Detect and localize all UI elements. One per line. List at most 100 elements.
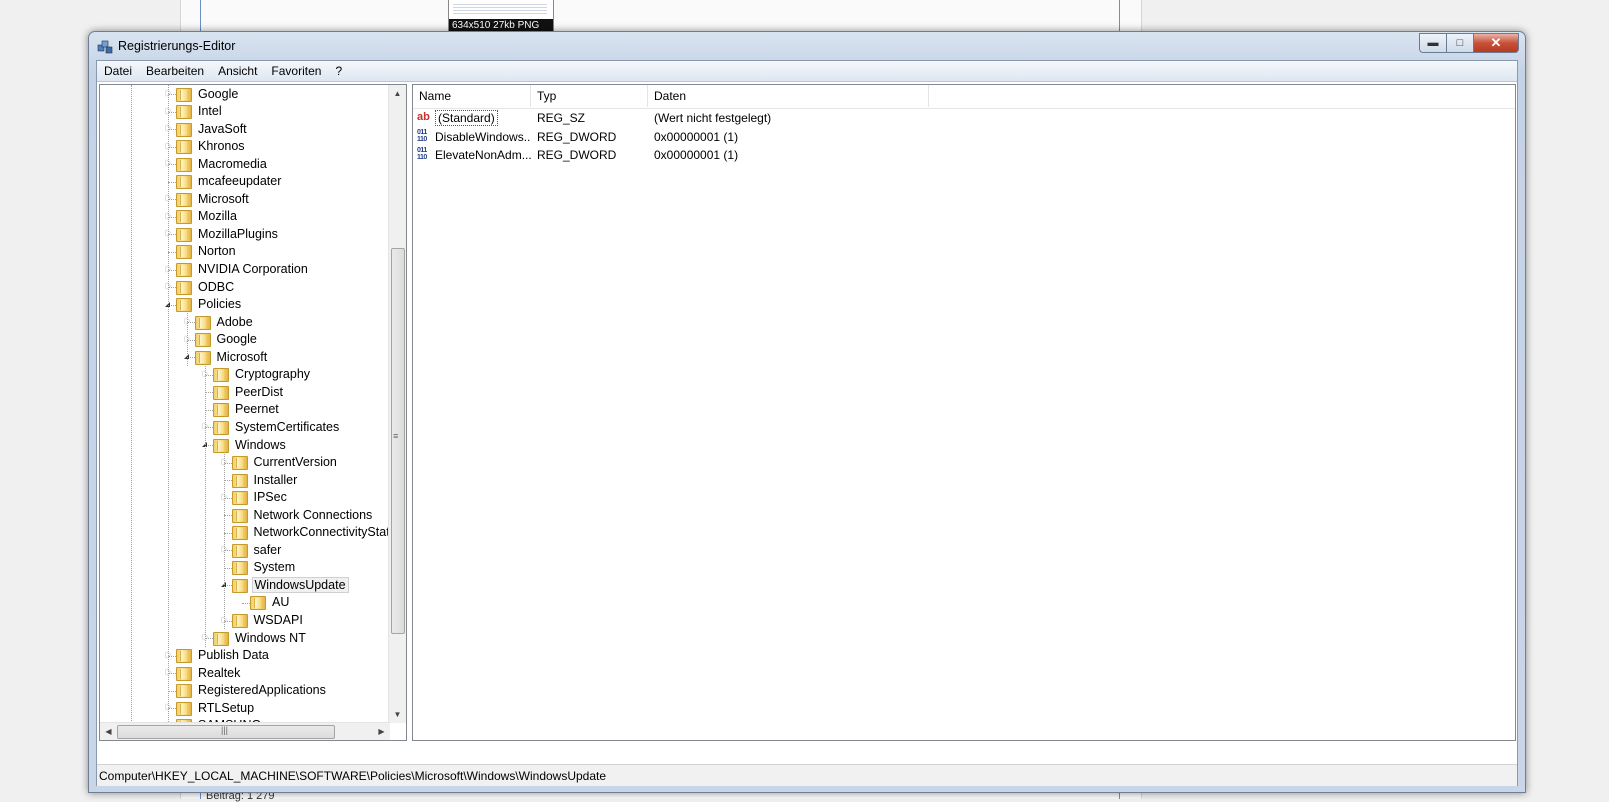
tree-node-label[interactable]: CurrentVersion	[252, 455, 339, 469]
tree-node-label[interactable]: Microsoft	[215, 350, 270, 364]
menu-ansicht[interactable]: Ansicht	[211, 61, 264, 81]
tree-node[interactable]: WSDAPI	[220, 612, 305, 629]
tree-node[interactable]: ODBC	[164, 278, 236, 295]
tree-node[interactable]: Cryptography	[201, 366, 312, 383]
tree-node[interactable]: WindowsUpdate	[220, 576, 349, 593]
tree-node[interactable]: Windows NT	[201, 629, 308, 646]
scroll-up-icon[interactable]: ▲	[389, 85, 406, 102]
maximize-button[interactable]: □	[1446, 33, 1473, 53]
tree-node[interactable]: Network Connections	[220, 506, 375, 523]
tree-node[interactable]: Windows	[201, 436, 288, 453]
tree-node[interactable]: mcafeeupdater	[164, 173, 283, 190]
tree-node-label[interactable]: Google	[196, 87, 240, 101]
tree-node-label[interactable]: Mozilla	[196, 209, 239, 223]
tree-node-label[interactable]: Google	[215, 332, 259, 346]
tree-node-label[interactable]: WindowsUpdate	[251, 576, 349, 593]
background-thumbnail[interactable]: 634x510 27kb PNG	[448, 0, 554, 33]
scroll-left-icon[interactable]: ◀	[100, 723, 117, 740]
tree-node[interactable]: safer	[220, 541, 284, 558]
tree-node[interactable]: Microsoft	[164, 190, 251, 207]
tree-node-label[interactable]: MozillaPlugins	[196, 227, 280, 241]
tree-node-label[interactable]: safer	[252, 543, 284, 557]
tree-node[interactable]: PeerDist	[201, 383, 285, 400]
tree-node[interactable]: System	[220, 559, 298, 576]
tree-node-label[interactable]: Norton	[196, 244, 238, 258]
tree-node-label[interactable]: Installer	[252, 473, 300, 487]
tree-node-label[interactable]: WSDAPI	[252, 613, 305, 627]
value-row[interactable]: 011 110 DisableWindows... REG_DWORD 0x000000…	[413, 128, 1515, 146]
tree-node[interactable]: Peernet	[201, 401, 281, 418]
tree-node-label[interactable]: Adobe	[215, 315, 255, 329]
folder-icon	[213, 420, 229, 435]
scroll-right-icon[interactable]: ▶	[373, 723, 390, 740]
tree-node[interactable]: CurrentVersion	[220, 454, 339, 471]
tree-node[interactable]: MozillaPlugins	[164, 225, 280, 242]
tree-node[interactable]: RegisteredApplications	[164, 682, 328, 699]
tree-node[interactable]: Khronos	[164, 138, 247, 155]
tree-node-label[interactable]: IPSec	[252, 490, 289, 504]
column-header-data[interactable]: Daten	[648, 85, 929, 107]
tree-node[interactable]: Google	[164, 85, 240, 102]
minimize-button[interactable]: ▬	[1419, 33, 1446, 53]
value-name[interactable]: ElevateNonAdm...	[435, 146, 531, 164]
menu-datei[interactable]: Datei	[97, 61, 139, 81]
tree-node[interactable]: JavaSoft	[164, 120, 249, 137]
scroll-thumb[interactable]	[391, 248, 405, 634]
tree-node-label[interactable]: JavaSoft	[196, 122, 249, 136]
tree-node-label[interactable]: RTLSetup	[196, 701, 256, 715]
scroll-down-icon[interactable]: ▼	[389, 706, 406, 723]
tree-node[interactable]: NetworkConnectivityStatusIndicator	[220, 524, 391, 541]
tree-node[interactable]: AU	[238, 594, 291, 611]
tree-node[interactable]: Microsoft	[183, 348, 270, 365]
tree-node[interactable]: Policies	[164, 296, 243, 313]
value-row[interactable]: 011 110 ElevateNonAdm... REG_DWORD 0x0000000…	[413, 146, 1515, 164]
column-header-type[interactable]: Typ	[531, 85, 648, 107]
tree-node-label[interactable]: PeerDist	[233, 385, 285, 399]
tree-node-label[interactable]: Policies	[196, 297, 243, 311]
tree-node[interactable]: IPSec	[220, 489, 289, 506]
tree-node-label[interactable]: Windows NT	[233, 631, 308, 645]
value-name[interactable]: (Standard)	[435, 109, 531, 127]
tree-node[interactable]: Adobe	[183, 313, 255, 330]
menu-favoriten[interactable]: Favoriten	[264, 61, 328, 81]
tree-horizontal-scrollbar[interactable]: ◀ ||| ▶	[100, 722, 390, 740]
tree-node-label[interactable]: Peernet	[233, 402, 281, 416]
tree-node-label[interactable]: Khronos	[196, 139, 247, 153]
tree-node-label[interactable]: Network Connections	[252, 508, 375, 522]
menu-help[interactable]: ?	[328, 61, 349, 81]
tree-node[interactable]: Installer	[220, 471, 300, 488]
title-bar[interactable]: Registrierungs-Editor ▬ □ ✕	[89, 32, 1525, 60]
tree-node-label[interactable]: mcafeeupdater	[196, 174, 283, 188]
tree-node-label[interactable]: Windows	[233, 438, 288, 452]
tree-node-label[interactable]: Realtek	[196, 666, 242, 680]
tree-node[interactable]: Macromedia	[164, 155, 269, 172]
tree-node-label[interactable]: Cryptography	[233, 367, 312, 381]
tree-node-label[interactable]: System	[252, 560, 298, 574]
value-name[interactable]: DisableWindows...	[435, 128, 531, 146]
column-header-name[interactable]: Name	[413, 85, 531, 107]
tree-node-label[interactable]: Microsoft	[196, 192, 251, 206]
tree-node[interactable]: RTLSetup	[164, 699, 256, 716]
tree-node-label[interactable]: RegisteredApplications	[196, 683, 328, 697]
status-bar: Computer\HKEY_LOCAL_MACHINE\SOFTWARE\Pol…	[97, 764, 1517, 786]
tree-node-label[interactable]: NVIDIA Corporation	[196, 262, 310, 276]
tree-node-label[interactable]: Publish Data	[196, 648, 271, 662]
tree-node[interactable]: Mozilla	[164, 208, 239, 225]
close-button[interactable]: ✕	[1473, 33, 1519, 53]
tree-node-label[interactable]: NetworkConnectivityStatusIndicator	[252, 525, 391, 539]
tree-node-label[interactable]: Intel	[196, 104, 224, 118]
tree-node[interactable]: Google	[183, 331, 259, 348]
tree-node-label[interactable]: Macromedia	[196, 157, 269, 171]
tree-node[interactable]: Realtek	[164, 664, 242, 681]
tree-node[interactable]: Publish Data	[164, 647, 271, 664]
tree-node[interactable]: Norton	[164, 243, 238, 260]
value-row[interactable]: ab (Standard) REG_SZ (Wert nicht festgelegt…	[413, 109, 1515, 127]
tree-node-label[interactable]: AU	[270, 595, 291, 609]
tree-node[interactable]: NVIDIA Corporation	[164, 261, 310, 278]
tree-node-label[interactable]: SystemCertificates	[233, 420, 341, 434]
tree-node[interactable]: Intel	[164, 103, 224, 120]
tree-vertical-scrollbar[interactable]: ▲ ≡ ▼	[388, 85, 406, 723]
menu-bearbeiten[interactable]: Bearbeiten	[139, 61, 211, 81]
tree-node[interactable]: SystemCertificates	[201, 418, 341, 435]
tree-node-label[interactable]: ODBC	[196, 280, 236, 294]
